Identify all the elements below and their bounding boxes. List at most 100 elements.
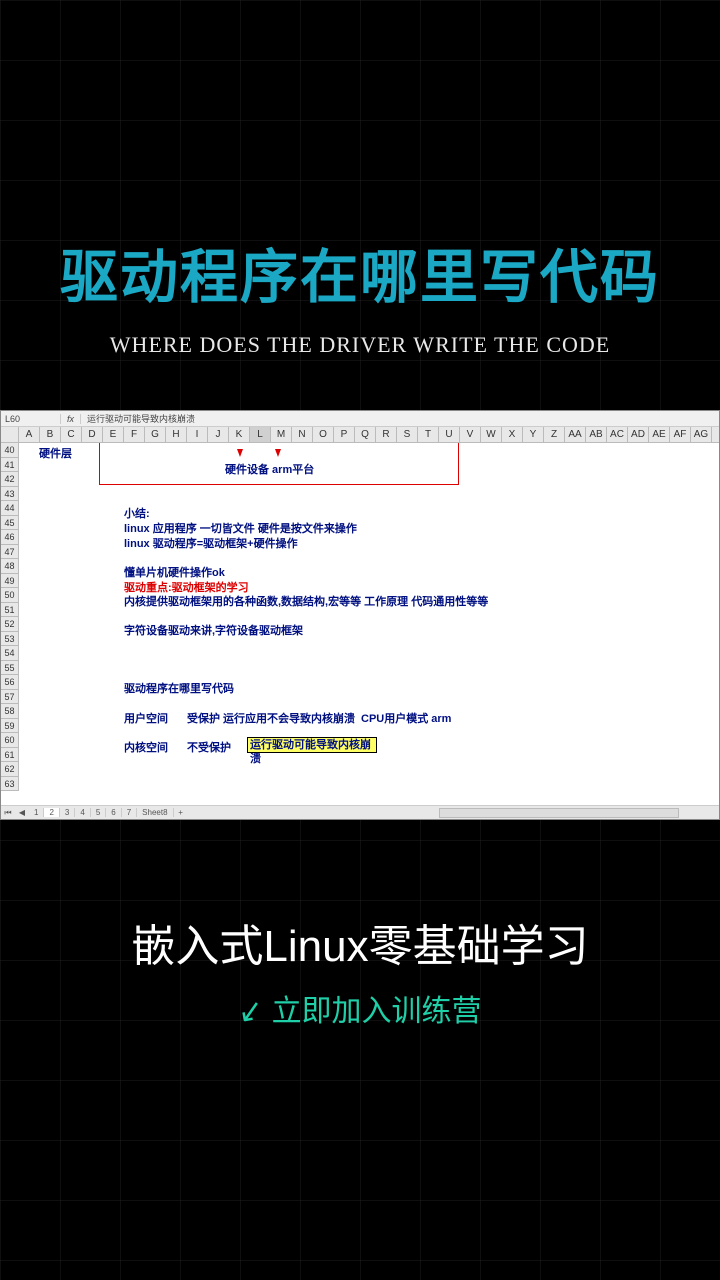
column-header[interactable]: F bbox=[124, 427, 145, 442]
row-header[interactable]: 55 bbox=[1, 661, 19, 676]
column-header[interactable]: Z bbox=[544, 427, 565, 442]
main-title: 驱动程序在哪里写代码 bbox=[0, 230, 720, 314]
row-header[interactable]: 52 bbox=[1, 617, 19, 632]
column-header[interactable]: D bbox=[82, 427, 103, 442]
row-header[interactable]: 46 bbox=[1, 530, 19, 545]
content-cell: 不受保护 bbox=[187, 739, 231, 755]
column-header[interactable]: O bbox=[313, 427, 334, 442]
row-header[interactable]: 41 bbox=[1, 458, 19, 473]
column-header[interactable]: AB bbox=[586, 427, 607, 442]
active-cell[interactable]: 运行驱动可能导致内核崩溃 bbox=[247, 737, 377, 753]
column-header[interactable]: K bbox=[229, 427, 250, 442]
row-header[interactable]: 58 bbox=[1, 704, 19, 719]
tab-add-icon[interactable]: + bbox=[174, 808, 188, 817]
formula-bar: L60 fx 运行驱动可能导致内核崩溃 bbox=[1, 411, 719, 427]
swoosh-arrow-icon: ↙ bbox=[236, 992, 267, 1031]
sheet-tabs-bar: ⏮ ◀ 1234567Sheet8 + bbox=[1, 805, 719, 819]
sheet-tab[interactable]: Sheet8 bbox=[137, 808, 173, 817]
content-line: 字符设备驱动来讲,字符设备驱动框架 bbox=[124, 622, 303, 638]
arrow-down-icon bbox=[275, 449, 281, 457]
column-header[interactable]: Y bbox=[523, 427, 544, 442]
sheet-tab[interactable]: 2 bbox=[44, 808, 59, 817]
column-header[interactable]: X bbox=[502, 427, 523, 442]
column-header[interactable]: L bbox=[250, 427, 271, 442]
sheet-tab[interactable]: 7 bbox=[122, 808, 137, 817]
column-header[interactable]: A bbox=[19, 427, 40, 442]
content-cell: 用户空间 bbox=[124, 710, 168, 726]
content-line: 内核提供驱动框架用的各种函数,数据结构,宏等等 工作原理 代码通用性等等 bbox=[124, 593, 488, 609]
column-header[interactable]: G bbox=[145, 427, 166, 442]
sheet-tab[interactable]: 3 bbox=[60, 808, 75, 817]
row-header[interactable]: 50 bbox=[1, 588, 19, 603]
column-header[interactable]: AA bbox=[565, 427, 586, 442]
column-header[interactable]: AD bbox=[628, 427, 649, 442]
row-header[interactable]: 47 bbox=[1, 545, 19, 560]
sheet-tab[interactable]: 6 bbox=[106, 808, 121, 817]
row-header[interactable]: 63 bbox=[1, 777, 19, 792]
hardware-layer-label: 硬件层 bbox=[39, 445, 72, 461]
sheet-tab[interactable]: 4 bbox=[75, 808, 90, 817]
column-header[interactable]: M bbox=[271, 427, 292, 442]
column-header[interactable]: AF bbox=[670, 427, 691, 442]
column-header[interactable]: C bbox=[61, 427, 82, 442]
sheet-tab[interactable]: 1 bbox=[29, 808, 44, 817]
column-header[interactable]: R bbox=[376, 427, 397, 442]
row-header[interactable]: 54 bbox=[1, 646, 19, 661]
row-header[interactable]: 56 bbox=[1, 675, 19, 690]
column-header[interactable]: AE bbox=[649, 427, 670, 442]
title-block: 驱动程序在哪里写代码 WHERE DOES THE DRIVER WRITE T… bbox=[0, 230, 720, 358]
row-header[interactable]: 44 bbox=[1, 501, 19, 516]
row-header[interactable]: 48 bbox=[1, 559, 19, 574]
column-header[interactable]: I bbox=[187, 427, 208, 442]
content-line: linux 驱动程序=驱动框架+硬件操作 bbox=[124, 535, 298, 551]
select-all-corner[interactable] bbox=[1, 427, 19, 442]
content-line: 驱动程序在哪里写代码 bbox=[124, 680, 234, 696]
row-header[interactable]: 45 bbox=[1, 516, 19, 531]
row-header[interactable]: 59 bbox=[1, 719, 19, 734]
column-header[interactable]: T bbox=[418, 427, 439, 442]
footer-block: 嵌入式Linux零基础学习 ↙立即加入训练营 bbox=[0, 910, 720, 1030]
column-header[interactable]: H bbox=[166, 427, 187, 442]
tab-nav-prev-icon[interactable]: ◀ bbox=[15, 808, 29, 817]
content-cell: CPU用户模式 arm bbox=[361, 710, 451, 726]
column-header[interactable]: AC bbox=[607, 427, 628, 442]
tab-nav-first-icon[interactable]: ⏮ bbox=[1, 808, 15, 818]
content-line: linux 应用程序 一切皆文件 硬件是按文件来操作 bbox=[124, 520, 357, 536]
row-header[interactable]: 62 bbox=[1, 762, 19, 777]
column-header[interactable]: Q bbox=[355, 427, 376, 442]
row-header[interactable]: 60 bbox=[1, 733, 19, 748]
row-header[interactable]: 43 bbox=[1, 487, 19, 502]
column-header[interactable]: E bbox=[103, 427, 124, 442]
column-header[interactable]: B bbox=[40, 427, 61, 442]
content-line: 懂单片机硬件操作ok bbox=[124, 564, 225, 580]
row-header[interactable]: 61 bbox=[1, 748, 19, 763]
spreadsheet-window: L60 fx 运行驱动可能导致内核崩溃 ABCDEFGHIJKLMNOPQRST… bbox=[0, 410, 720, 820]
row-header[interactable]: 49 bbox=[1, 574, 19, 589]
row-header[interactable]: 42 bbox=[1, 472, 19, 487]
column-header[interactable]: N bbox=[292, 427, 313, 442]
footer-main-title: 嵌入式Linux零基础学习 bbox=[0, 910, 720, 974]
row-header[interactable]: 40 bbox=[1, 443, 19, 458]
cell-reference-box[interactable]: L60 bbox=[1, 414, 61, 424]
content-cell: 受保护 运行应用不会导致内核崩溃 bbox=[187, 710, 355, 726]
content-cell: 内核空间 bbox=[124, 739, 168, 755]
row-header[interactable]: 57 bbox=[1, 690, 19, 705]
column-header[interactable]: V bbox=[460, 427, 481, 442]
column-header[interactable]: U bbox=[439, 427, 460, 442]
arrow-down-icon bbox=[237, 449, 243, 457]
sheet-tab[interactable]: 5 bbox=[91, 808, 106, 817]
fx-icon[interactable]: fx bbox=[61, 414, 81, 424]
row-header[interactable]: 51 bbox=[1, 603, 19, 618]
column-header[interactable]: W bbox=[481, 427, 502, 442]
formula-content[interactable]: 运行驱动可能导致内核崩溃 bbox=[81, 412, 195, 425]
row-header[interactable]: 53 bbox=[1, 632, 19, 647]
column-header[interactable]: P bbox=[334, 427, 355, 442]
column-headers: ABCDEFGHIJKLMNOPQRSTUVWXYZAAABACADAEAFAG bbox=[1, 427, 719, 443]
footer-cta[interactable]: ↙立即加入训练营 bbox=[0, 986, 720, 1030]
horizontal-scrollbar[interactable] bbox=[439, 808, 679, 818]
sub-title: WHERE DOES THE DRIVER WRITE THE CODE bbox=[0, 332, 720, 358]
column-header[interactable]: J bbox=[208, 427, 229, 442]
grid-area[interactable]: 4041424344454647484950515253545556575859… bbox=[1, 443, 719, 793]
column-header[interactable]: AG bbox=[691, 427, 712, 442]
column-header[interactable]: S bbox=[397, 427, 418, 442]
